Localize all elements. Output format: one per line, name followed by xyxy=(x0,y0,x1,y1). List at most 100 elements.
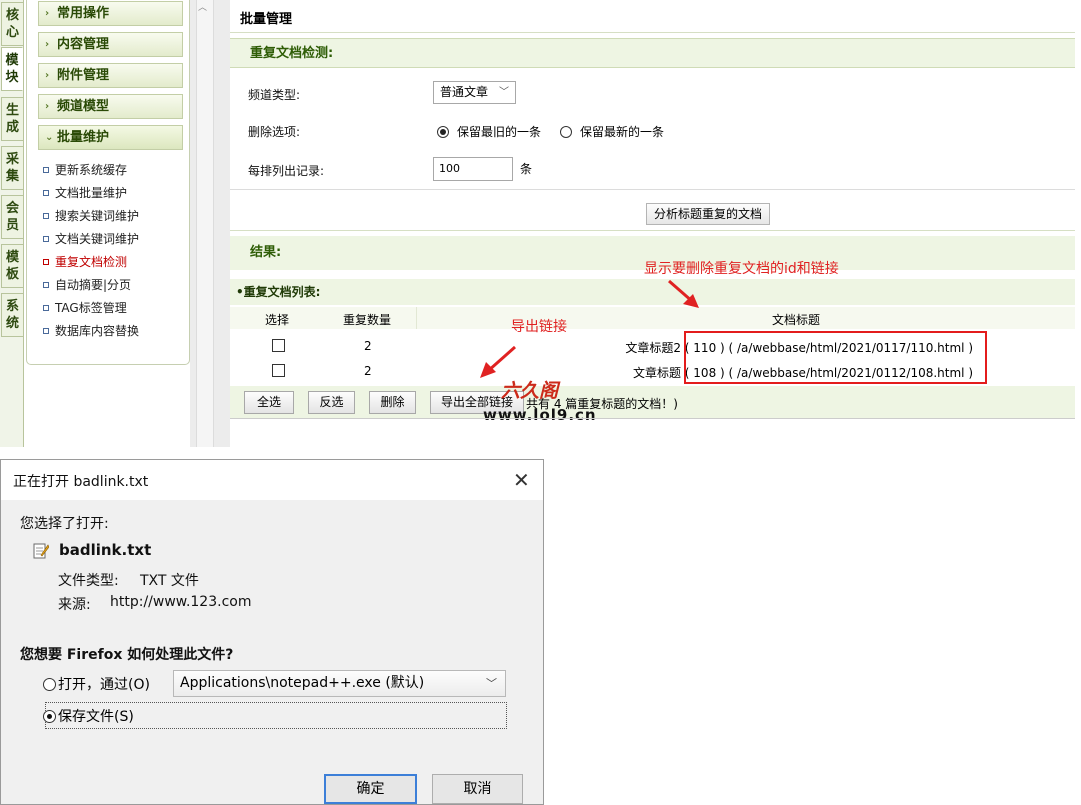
submenu-label: 数据库内容替换 xyxy=(55,324,140,338)
radio-save-file[interactable]: 保存文件(S) xyxy=(43,706,134,726)
per-row-input[interactable]: 100 xyxy=(433,157,513,181)
table-header: 选择 重复数量 文档标题 xyxy=(230,307,1075,329)
bullet-square-icon xyxy=(43,328,49,334)
radio-keep-newest[interactable]: 保留最新的一条 xyxy=(560,123,664,140)
duplicate-list-title: •重复文档列表: xyxy=(230,279,1075,305)
divider xyxy=(230,189,1075,190)
chevron-right-icon: › xyxy=(45,39,50,50)
col-doc-title: 文档标题 xyxy=(772,313,821,327)
bullet-square-icon xyxy=(43,190,49,196)
col-divider xyxy=(416,307,417,329)
cancel-button[interactable]: 取消 xyxy=(432,774,523,804)
radio-unselected-icon xyxy=(560,126,572,138)
source-value: http://www.123.com xyxy=(110,594,252,610)
submenu-label: 搜索关键词维护 xyxy=(55,209,140,223)
chevron-down-icon: ﹀ xyxy=(486,677,497,690)
submenu-label: 更新系统缓存 xyxy=(55,163,128,177)
channel-type-value: 普通文章 xyxy=(440,85,489,99)
radio-label: 保留最旧的一条 xyxy=(457,125,542,139)
submenu-label: 重复文档检测 xyxy=(55,255,128,269)
chevron-down-icon: ⌄ xyxy=(45,132,54,143)
submenu-item[interactable]: 更新系统缓存 xyxy=(43,161,127,178)
analyze-duplicates-button[interactable]: 分析标题重复的文档 xyxy=(646,203,770,225)
bullet-square-icon xyxy=(43,305,49,311)
menu-label: 批量维护 xyxy=(57,130,110,145)
select-all-button[interactable]: 全选 xyxy=(244,391,294,414)
menu-label: 常用操作 xyxy=(57,6,110,21)
menu-common-ops[interactable]: › 常用操作 xyxy=(38,1,183,26)
annotation-export: 导出链接 xyxy=(511,319,567,335)
frame-scrollbar[interactable] xyxy=(196,0,214,447)
tab-template[interactable]: 模板 xyxy=(1,244,23,288)
menu-content-mgmt[interactable]: › 内容管理 xyxy=(38,32,183,57)
open-with-label: 打开，通过(O) xyxy=(58,677,150,693)
bullet-square-icon xyxy=(43,213,49,219)
per-row-label: 每排列出记录: xyxy=(248,164,325,178)
tab-module[interactable]: 模块 xyxy=(1,47,23,91)
tab-core[interactable]: 核心 xyxy=(1,2,23,46)
per-row-unit: 条 xyxy=(520,162,533,176)
menu-label: 附件管理 xyxy=(57,68,110,83)
tab-member[interactable]: 会员 xyxy=(1,195,23,239)
chevron-right-icon: › xyxy=(45,101,50,112)
open-with-app-select[interactable]: Applications\notepad++.exe (默认) ﹀ xyxy=(173,670,506,697)
filetype-label: 文件类型: xyxy=(58,573,119,589)
document-edit-icon xyxy=(33,543,49,559)
row-count: 2 xyxy=(364,364,372,378)
submenu-label: TAG标签管理 xyxy=(55,301,127,315)
submenu-item-active[interactable]: 重复文档检测 xyxy=(43,253,127,270)
bullet-square-icon xyxy=(43,259,49,265)
file-open-dialog: 正在打开 badlink.txt ✕ 您选择了打开: badlink.txt 文… xyxy=(0,459,544,805)
menu-label: 内容管理 xyxy=(57,37,110,52)
divider xyxy=(230,32,1075,33)
radio-selected-icon xyxy=(43,710,56,723)
col-select: 选择 xyxy=(265,313,290,327)
main-panel: 批量管理 重复文档检测: 频道类型: 普通文章 ﹀ 删除选项: 保留最旧的一条 … xyxy=(230,0,1075,447)
chevron-right-icon: › xyxy=(45,8,50,19)
watermark-url: www.lol9.cn xyxy=(483,406,597,424)
invert-select-button[interactable]: 反选 xyxy=(308,391,355,414)
bullet-square-icon xyxy=(43,167,49,173)
submenu-item[interactable]: 数据库内容替换 xyxy=(43,322,139,339)
delete-option-label: 删除选项: xyxy=(248,125,301,139)
submenu-item[interactable]: 自动摘要|分页 xyxy=(43,276,131,293)
channel-type-select[interactable]: 普通文章 ﹀ xyxy=(433,81,516,104)
menu-channel-model[interactable]: › 频道模型 xyxy=(38,94,183,119)
submenu-item[interactable]: 文档关键词维护 xyxy=(43,230,139,247)
row-doc-title[interactable]: 文章标题 xyxy=(633,366,681,380)
row-checkbox[interactable] xyxy=(272,339,285,352)
row-checkbox[interactable] xyxy=(272,364,285,377)
dialog-intro: 您选择了打开: xyxy=(20,516,109,532)
section-title: 重复文档检测: xyxy=(230,38,1075,68)
menu-batch-maintain[interactable]: ⌄ 批量维护 xyxy=(38,125,183,150)
sidebar-menu: › 常用操作 › 内容管理 › 附件管理 › 频道模型 ⌄ 批量维护 更新系统缓… xyxy=(26,0,190,365)
save-file-label: 保存文件(S) xyxy=(58,709,134,725)
scroll-up-icon[interactable]: ︿ xyxy=(198,0,207,13)
vertical-tabs: 核心 模块 生成 采集 会员 模板 系统 xyxy=(0,0,24,447)
delete-button[interactable]: 删除 xyxy=(369,391,416,414)
close-icon[interactable]: ✕ xyxy=(513,468,530,492)
tab-collect[interactable]: 采集 xyxy=(1,146,23,190)
tab-system[interactable]: 系统 xyxy=(1,293,23,337)
row-doc-title[interactable]: 文章标题2 xyxy=(625,341,681,355)
submenu-item[interactable]: TAG标签管理 xyxy=(43,299,127,316)
submenu-label: 自动摘要|分页 xyxy=(55,278,132,292)
radio-keep-oldest[interactable]: 保留最旧的一条 xyxy=(437,123,541,140)
open-with-app-value: Applications\notepad++.exe (默认) xyxy=(180,675,425,691)
annotation-arrow-icon xyxy=(480,345,516,378)
bullet-square-icon xyxy=(43,236,49,242)
submenu-item[interactable]: 搜索关键词维护 xyxy=(43,207,139,224)
radio-open-with[interactable]: 打开，通过(O) xyxy=(43,674,150,694)
divider xyxy=(230,418,1075,419)
annotation-delete-info: 显示要删除重复文档的id和链接 xyxy=(644,261,839,277)
menu-attachment-mgmt[interactable]: › 附件管理 xyxy=(38,63,183,88)
ok-button[interactable]: 确定 xyxy=(324,774,417,804)
chevron-right-icon: › xyxy=(45,70,50,81)
submenu-item[interactable]: 文档批量维护 xyxy=(43,184,127,201)
watermark-brand: 六久阁 xyxy=(501,380,559,402)
submenu-label: 文档关键词维护 xyxy=(55,232,140,246)
tab-generate[interactable]: 生成 xyxy=(1,97,23,141)
annotation-arrow-icon xyxy=(668,279,699,308)
source-label: 来源: xyxy=(58,597,91,613)
col-count: 重复数量 xyxy=(343,313,392,327)
